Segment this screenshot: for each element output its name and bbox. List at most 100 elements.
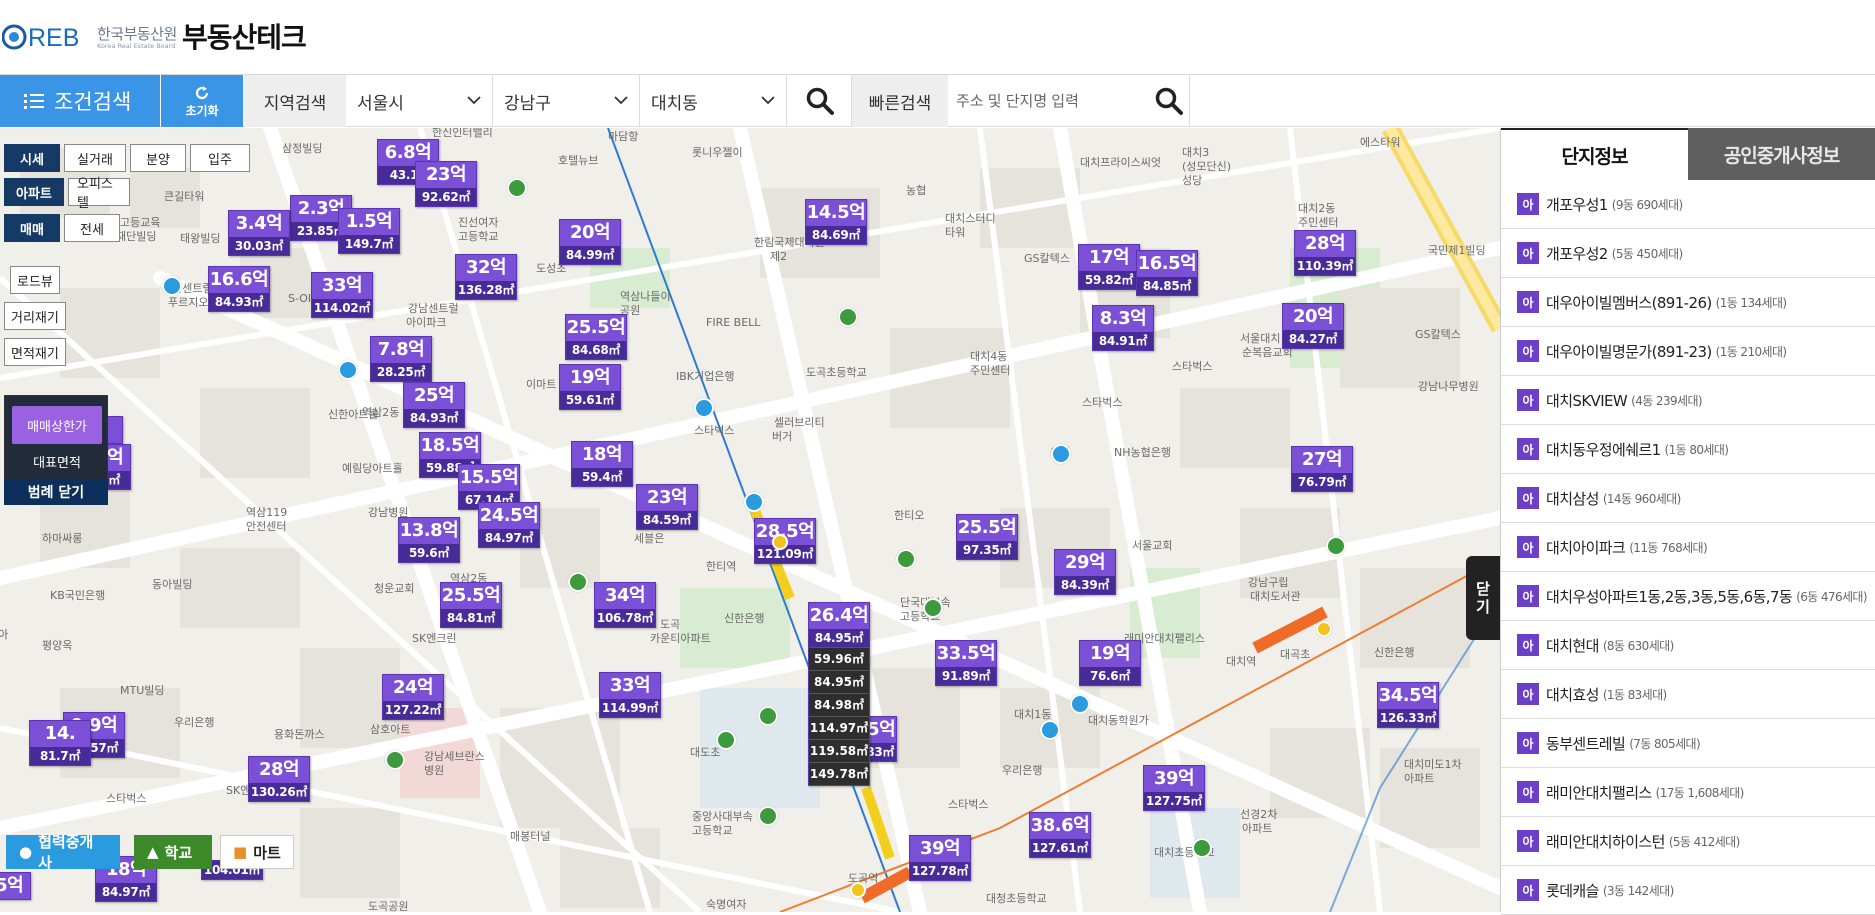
price-marker[interactable]: 14. 81.7㎡ <box>29 720 91 766</box>
price-marker[interactable]: 28억 110.39㎡ <box>1294 230 1356 276</box>
complex-list-item[interactable]: 아 동부센트레빌 (7동 805세대) <box>1501 719 1875 768</box>
area-option[interactable]: 114.97㎡ <box>809 716 869 739</box>
multi-area-marker[interactable]: 26.4억 84.95㎡ 59.96㎡ 84.95㎡ 84.98㎡ 114.97… <box>808 602 870 786</box>
tab-officetel[interactable]: 오피스텔 <box>68 177 130 211</box>
price-marker[interactable]: 7.8억 28.25㎡ <box>370 336 432 382</box>
complex-list-item[interactable]: 아 대우아이빌멤버스(891-26) (1동 134세대) <box>1501 278 1875 327</box>
complex-list-item[interactable]: 아 대치동우정에쉐르1 (1동 80세대) <box>1501 425 1875 474</box>
price-marker[interactable]: 38.6억 127.61㎡ <box>1029 812 1091 858</box>
price-marker[interactable]: 27억 76.79㎡ <box>1291 446 1353 492</box>
school-icon[interactable] <box>507 178 527 198</box>
agent-pin-icon[interactable] <box>744 492 764 512</box>
agent-pin-icon[interactable] <box>1040 720 1060 740</box>
distance-measure-button[interactable]: 거리재기 <box>4 302 66 330</box>
school-icon[interactable] <box>758 806 778 826</box>
roadview-button[interactable]: 로드뷰 <box>10 266 60 294</box>
service-title[interactable]: 부동산테크 <box>182 16 307 56</box>
price-marker[interactable]: 39억 127.75㎡ <box>1143 765 1205 811</box>
area-option[interactable]: 84.98㎡ <box>809 693 869 716</box>
city-select[interactable]: 서울시 <box>347 75 493 127</box>
side-panel-close-button[interactable]: 닫 기 <box>1466 556 1500 640</box>
legend-close-button[interactable]: 범례 닫기 <box>4 479 108 505</box>
school-icon[interactable] <box>716 730 736 750</box>
price-marker[interactable]: 25.5억 97.35㎡ <box>956 514 1018 560</box>
school-icon[interactable] <box>1326 536 1346 556</box>
price-marker[interactable]: 17억 59.82㎡ <box>1078 244 1140 290</box>
price-marker[interactable]: 16.6억 84.93㎡ <box>208 266 270 312</box>
price-marker[interactable]: 13.8억 59.6㎡ <box>398 517 460 563</box>
price-marker[interactable]: 24억 127.22㎡ <box>382 674 444 720</box>
area-measure-button[interactable]: 면적재기 <box>4 338 66 366</box>
complex-list-item[interactable]: 아 래미안대치팰리스 (17동 1,608세대) <box>1501 768 1875 817</box>
tab-agent-info[interactable]: 공인중개사정보 <box>1688 128 1875 180</box>
complex-list-item[interactable]: 아 대치현대 (8동 630세대) <box>1501 621 1875 670</box>
price-marker[interactable]: 8.3억 84.91㎡ <box>1092 305 1154 351</box>
reset-button[interactable]: 초기화 <box>161 75 243 127</box>
price-marker[interactable]: 23억 84.59㎡ <box>636 484 698 530</box>
region-search-button[interactable] <box>788 75 852 127</box>
price-marker[interactable]: 24.5억 84.97㎡ <box>478 502 540 548</box>
tab-apartment[interactable]: 아파트 <box>4 178 64 206</box>
price-marker[interactable]: 33억 114.99㎡ <box>599 672 661 718</box>
school-icon[interactable] <box>896 549 916 569</box>
price-marker[interactable]: 16.5억 84.85㎡ <box>1136 250 1198 296</box>
area-option[interactable]: 149.78㎡ <box>809 762 869 785</box>
agents-filter-button[interactable]: ● 협력중개사 <box>6 833 120 872</box>
agent-pin-icon[interactable] <box>1051 444 1071 464</box>
tab-sale[interactable]: 매매 <box>4 214 60 242</box>
tab-presale[interactable]: 분양 <box>130 144 186 172</box>
tab-market-price[interactable]: 시세 <box>4 144 60 172</box>
agent-pin-icon[interactable] <box>162 276 182 296</box>
price-marker[interactable]: 20억 84.99㎡ <box>559 219 621 265</box>
mart-filter-button[interactable]: ■ 마트 <box>220 835 294 869</box>
price-marker[interactable]: 19억 76.6㎡ <box>1079 640 1141 686</box>
school-icon[interactable] <box>385 750 405 770</box>
price-marker[interactable]: 19억 59.61㎡ <box>559 364 621 410</box>
price-marker[interactable]: 25.5억 84.68㎡ <box>565 314 627 360</box>
price-marker[interactable]: 23억 92.62㎡ <box>415 161 477 207</box>
quick-search-button[interactable] <box>1148 75 1190 127</box>
tab-complex-info[interactable]: 단지정보 <box>1501 128 1688 180</box>
complex-list-item[interactable]: 아 개포우성2 (5동 450세대) <box>1501 229 1875 278</box>
price-marker[interactable]: 14.5억 84.69㎡ <box>805 199 867 245</box>
price-marker[interactable]: 34.5억 126.33㎡ <box>1377 682 1439 728</box>
complex-list-item[interactable]: 아 대치아이파크 (11동 768세대) <box>1501 523 1875 572</box>
tab-move-in[interactable]: 입주 <box>190 144 250 172</box>
agent-pin-icon[interactable] <box>338 360 358 380</box>
map[interactable]: 한신인터밸리삼정빌딩두꺼비빌딩큰길타워고등교육재단빌딩태왕빌딩진선여자고등학교도… <box>0 128 1500 912</box>
complex-list-item[interactable]: 아 대우아이빌명문가(891-23) (1동 210세대) <box>1501 327 1875 376</box>
tab-jeonse[interactable]: 전세 <box>64 214 120 242</box>
complex-list-item[interactable]: 아 개포우성1 (9동 690세대) <box>1501 180 1875 229</box>
complex-list-item[interactable]: 아 대치효성 (1동 83세대) <box>1501 670 1875 719</box>
price-marker[interactable]: 1.5억 149.7㎡ <box>338 208 400 254</box>
quick-search-input[interactable] <box>948 75 1148 127</box>
price-marker[interactable]: 29억 84.39㎡ <box>1054 549 1116 595</box>
price-marker[interactable]: 33.5억 91.89㎡ <box>935 640 997 686</box>
school-filter-button[interactable]: ▲ 학교 <box>134 835 212 869</box>
area-option[interactable]: 84.95㎡ <box>809 670 869 693</box>
school-icon[interactable] <box>838 307 858 327</box>
price-marker[interactable]: 28억 130.26㎡ <box>248 756 310 802</box>
price-marker[interactable]: 34억 106.78㎡ <box>594 582 656 628</box>
complex-list-item[interactable]: 아 대치우성아파트1동,2동,3동,5동,6동,7동 (6동 476세대) <box>1501 572 1875 621</box>
price-marker[interactable]: 3.4억 30.03㎡ <box>228 210 290 256</box>
price-marker[interactable]: 25억 84.93㎡ <box>403 382 465 428</box>
agent-pin-icon[interactable] <box>1070 694 1090 714</box>
agent-pin-icon[interactable] <box>694 398 714 418</box>
dong-select[interactable]: 대치동 <box>641 75 787 127</box>
area-option[interactable]: 119.58㎡ <box>809 739 869 762</box>
area-option[interactable]: 59.96㎡ <box>809 647 869 670</box>
school-icon[interactable] <box>758 706 778 726</box>
school-icon[interactable] <box>568 572 588 592</box>
price-marker[interactable]: 32억 136.28㎡ <box>455 254 517 300</box>
complex-list-item[interactable]: 아 대치SKVIEW (4동 239세대) <box>1501 376 1875 425</box>
district-select[interactable]: 강남구 <box>494 75 640 127</box>
tab-actual-deal[interactable]: 실거래 <box>64 144 126 172</box>
complex-list-item[interactable]: 아 대치삼성 (14동 960세대) <box>1501 474 1875 523</box>
condition-search-button[interactable]: 조건검색 <box>0 75 160 127</box>
school-icon[interactable] <box>1192 838 1212 858</box>
price-marker[interactable]: 33억 114.02㎡ <box>311 272 373 318</box>
price-marker[interactable]: 25.5억 84.81㎡ <box>440 582 502 628</box>
price-marker[interactable]: 39억 127.78㎡ <box>909 835 971 881</box>
complex-list-item[interactable]: 아 래미안대치하이스턴 (5동 412세대) <box>1501 817 1875 866</box>
